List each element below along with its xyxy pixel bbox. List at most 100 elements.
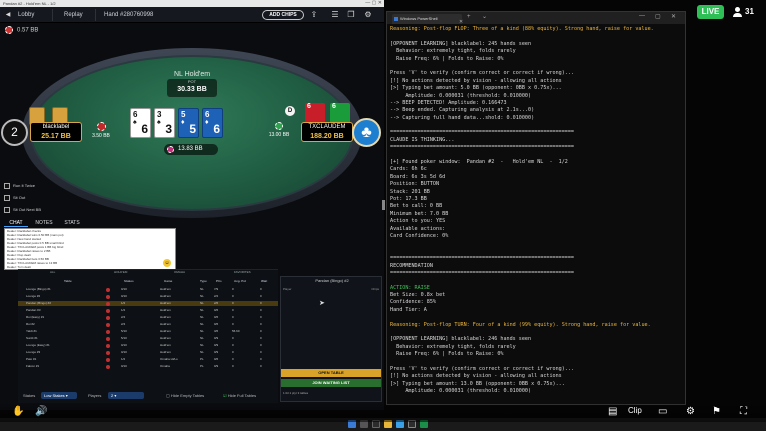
stakes-label: Stakes	[23, 393, 36, 398]
clip-button[interactable]: Clip	[628, 406, 642, 415]
arrow-left-icon[interactable]: ◀	[3, 10, 13, 20]
clip-icon[interactable]: ▤	[608, 406, 617, 418]
column-header[interactable]: Type	[200, 279, 207, 283]
terminal-line: [+] Found poker window: Pandan #2 - Hold…	[390, 159, 568, 166]
stakes-dropdown[interactable]: Low Stakes ▾	[41, 392, 77, 399]
person-icon	[733, 6, 742, 17]
tab-notes[interactable]: NOTES	[32, 219, 56, 227]
option-sit-out[interactable]: Sit Out	[4, 195, 25, 201]
filter-tab[interactable]: OMAHA	[174, 270, 185, 274]
checkbox[interactable]	[4, 207, 10, 213]
table-cell: 0	[260, 287, 262, 291]
board-card: 6 ♠ 6	[130, 108, 151, 138]
chat-log[interactable]: Dealer: blacklabel checks Dealer: blackl…	[4, 228, 176, 270]
board-card: 6 ♦ 6	[202, 108, 223, 138]
checkbox[interactable]	[4, 183, 10, 189]
close-icon[interactable]: ✕	[671, 13, 676, 20]
table-cell: 0	[260, 308, 262, 312]
terminal-line: ========================================…	[390, 255, 575, 262]
join-waiting-list-button[interactable]: JOIN WAITING LIST	[281, 379, 381, 387]
table-cell: NL	[200, 329, 204, 333]
new-tab-icon[interactable]: +	[467, 14, 471, 20]
table-cell: NL	[200, 336, 204, 340]
filter-tab[interactable]: HOLD'EM	[114, 270, 127, 274]
flag-icon[interactable]: ⚑	[712, 406, 721, 418]
table-cell: Hold'em	[160, 308, 171, 312]
terminal-line: Pot: 17.3 BB	[390, 195, 427, 202]
column-header[interactable]: Stakes	[124, 279, 134, 283]
window-controls[interactable]: — ▢ ✕	[365, 0, 382, 7]
fullscreen-icon[interactable]: ⛶	[740, 406, 747, 418]
table-cell: NL	[200, 350, 204, 354]
column-header[interactable]: Avg. Pot	[234, 279, 246, 283]
filter-tab[interactable]: FAVORITES	[234, 270, 251, 274]
screen: Pandan #2 - Hold'em NL - 1/2 — ▢ ✕ ◀ Lob…	[0, 0, 766, 431]
option-run-it-twice[interactable]: Run It Twice	[4, 183, 35, 189]
table-row[interactable]: Pato #1 1/2 Omaha Hi/Lo PL 0/6 0 0	[18, 357, 278, 362]
table-row[interactable]: Lounge #2 0/10 Hold'em NL 2/2 0 0	[18, 294, 278, 299]
balance-value: 0.57 BB	[17, 27, 39, 34]
table-row[interactable]: Sunlit #1 5/10 Hold'em NL 0/9 0 0	[18, 336, 278, 341]
tab-chat[interactable]: CHAT	[4, 219, 28, 227]
table-status-icon	[106, 302, 110, 306]
club-avatar-icon[interactable]: ♣	[352, 118, 381, 147]
players-dropdown[interactable]: 2 ▾	[108, 392, 144, 399]
column-header[interactable]: Table	[64, 279, 72, 283]
table-row[interactable]: Rui #2 2/4 Hold'em NL 0/6 0 0	[18, 322, 278, 327]
open-table-button[interactable]: OPEN TABLE	[281, 369, 381, 377]
option-sit-out-next-bb[interactable]: Sit Out Next BB	[4, 207, 41, 213]
minimize-icon[interactable]: —	[639, 13, 645, 19]
checkbox[interactable]	[4, 195, 10, 201]
lobby-link[interactable]: Lobby	[18, 10, 34, 20]
menu-icon[interactable]: ☰	[330, 10, 340, 20]
terminal-line: [!] No actions detected by vision - allo…	[390, 373, 562, 380]
table-row[interactable]: Falcon #1 0/10 Omaha PL 0/9 0 0	[18, 364, 278, 369]
add-chips-button[interactable]: ADD CHIPS	[262, 10, 304, 20]
table-row[interactable]: Lounge (Bingo) #1 0/10 Hold'em NL 7/9 0 0	[18, 287, 278, 292]
replay-link[interactable]: Replay	[64, 10, 83, 20]
table-row[interactable]: Pandan (Bingo) #2 1/2 Hold'em NL 2/6 0 0	[18, 301, 278, 306]
maximize-icon[interactable]: ▢	[655, 13, 661, 20]
table-row[interactable]: Rui (Easy) #1 2/4 Hold'em NL 0/6 0 0	[18, 315, 278, 320]
hero-hole-card: 6	[305, 103, 325, 123]
table-cell: NL	[200, 322, 204, 326]
table-row[interactable]: Yaldt #1 5/10 Hold'em NL 3/6 56.60 0	[18, 329, 278, 334]
table-cell: 56.60	[232, 329, 240, 333]
column-header[interactable]: Plrs	[216, 279, 222, 283]
hand-raise-icon[interactable]: ✋	[12, 406, 24, 418]
share-icon[interactable]: ⇪	[309, 10, 319, 20]
tab-stats[interactable]: STATS	[60, 219, 84, 227]
table-row[interactable]: Lounge #3 0/10 Hold'em NL 0/9 0 0	[18, 350, 278, 355]
table-cell: Pandan (Bingo) #2	[26, 301, 52, 305]
settings-icon[interactable]: ⚙	[686, 406, 695, 418]
volume-icon[interactable]: 🔊	[35, 406, 47, 418]
window-stack-icon[interactable]: ❐	[346, 10, 356, 20]
column-header[interactable]: Wait	[261, 279, 267, 283]
table-cell: Yaldt #1	[26, 329, 37, 333]
seat-number-avatar[interactable]: 2	[1, 119, 28, 146]
terminal-output[interactable]: Reasoning: Post-flop FLOP: Three of a ki…	[390, 26, 684, 404]
poker-nav-bar: ◀ Lobby Replay Hand #280760998 ADD CHIPS…	[0, 7, 384, 23]
table-row[interactable]: Lounge (Easy) #1 0/10 Hold'em NL 0/9 0 0	[18, 343, 278, 348]
table-status-icon	[106, 337, 110, 341]
table-cell: Hold'em	[160, 322, 171, 326]
gear-icon[interactable]: ⚙	[363, 10, 373, 20]
table-cell: Hold'em	[160, 336, 171, 340]
hand-number[interactable]: Hand #280760998	[104, 10, 153, 20]
filter-tab[interactable]: ALL	[50, 270, 55, 274]
window-resize-grip[interactable]	[382, 200, 385, 210]
theatre-mode-icon[interactable]: ▭	[658, 406, 667, 418]
table-cell: 0	[260, 315, 262, 319]
terminal-line: ========================================…	[390, 269, 575, 276]
column-header[interactable]: Game	[164, 279, 172, 283]
chevron-down-icon[interactable]: ⌄	[482, 13, 487, 20]
terminal-tab[interactable]: Windows PowerShell ✕	[392, 14, 463, 25]
hide-empty-toggle[interactable]: ▢ Hide Empty Tables	[166, 393, 204, 398]
emoji-icon[interactable]: ☺	[163, 259, 171, 267]
hide-full-toggle[interactable]: ☑ Hide Full Tables	[223, 393, 256, 398]
player-nameplate-left[interactable]: blacklabel 25.17 BB	[30, 122, 82, 142]
terminal-line: Behavior: extremely tight, folds rarely	[390, 343, 516, 350]
table-row[interactable]: Pandan #3 1/2 Hold'em NL 0/6 0 0	[18, 308, 278, 313]
player-nameplate-right[interactable]: TXCLAUDEM 188.20 BB	[301, 122, 353, 142]
